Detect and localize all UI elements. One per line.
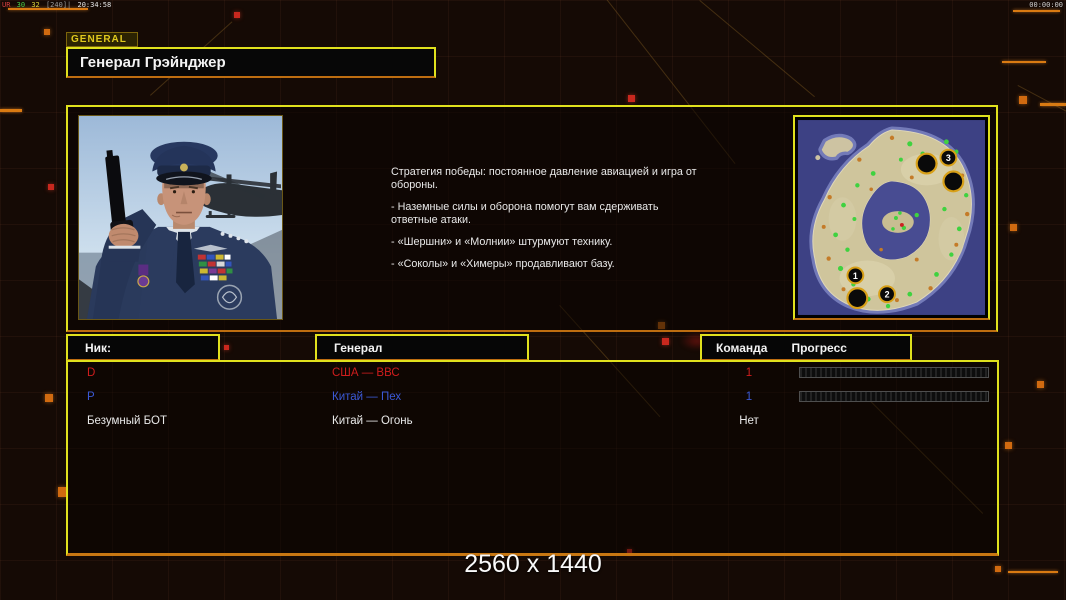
- progress-bar: [799, 367, 989, 378]
- decor-square: [234, 12, 240, 18]
- decor-square: [662, 338, 669, 345]
- start-position-2: 2: [885, 290, 890, 300]
- decor-line: [0, 109, 22, 112]
- resolution-watermark: 2560 x 1440: [464, 550, 602, 578]
- perf-token: UR: [2, 1, 11, 9]
- decor-line: [1013, 10, 1060, 12]
- player-team: 1: [745, 391, 753, 403]
- progress-header-label: Прогресс: [791, 340, 847, 355]
- decor-diagonal: [699, 0, 815, 98]
- start-position-1: 1: [853, 271, 858, 281]
- decor-square: [48, 184, 54, 190]
- decor-square: [1037, 381, 1044, 388]
- briefing-paragraph: - «Шершни» и «Молнии» штурмуют технику.: [391, 236, 613, 248]
- perf-token: 32: [31, 1, 40, 9]
- game-timer: 00:00:00: [1029, 1, 1063, 9]
- general-name: Генерал Грэйнджер: [80, 54, 226, 71]
- player-row: P Китай — Пех 1: [68, 386, 997, 410]
- player-team: 1: [745, 367, 753, 379]
- column-header-team-progress: Команда Прогресс: [700, 334, 912, 361]
- perf-token: [240]|: [45, 1, 72, 9]
- briefing-paragraph: - «Соколы» и «Химеры» продавливают базу.: [391, 258, 615, 270]
- map-preview: 3 1 2: [793, 115, 990, 320]
- general-header-label: Генерал: [334, 340, 383, 355]
- decor-square: [44, 29, 50, 35]
- general-tab-label: GENERAL: [66, 32, 138, 47]
- decor-diagonal: [1017, 85, 1066, 129]
- player-nick: Безумный БОТ: [87, 415, 167, 427]
- decor-square: [45, 394, 53, 402]
- general-name-box: Генерал Грэйнджер: [66, 47, 436, 78]
- player-nick: D: [87, 367, 96, 379]
- briefing-paragraph: Стратегия победы: постоянное давление ав…: [391, 166, 697, 191]
- players-panel: D США — ВВС 1 P Китай — Пех 1 Безумный БОТ Кита…: [66, 360, 999, 556]
- player-team: Нет: [739, 415, 759, 427]
- decor-square: [1005, 442, 1012, 449]
- decor-square: [224, 345, 229, 350]
- general-portrait: [78, 115, 283, 320]
- decor-square: [58, 487, 66, 497]
- game-lobby-screen: UR 30 32 [240]| 20:34:58 00:00:00 GENERA…: [0, 0, 1066, 600]
- briefing-text: Стратегия победы: постоянное давление ав…: [391, 166, 706, 280]
- player-general: Китай — Пех: [332, 391, 402, 403]
- player-general: Китай — Огонь: [332, 415, 413, 427]
- map-preview-image: 3 1 2: [798, 120, 985, 315]
- player-general: США — ВВС: [332, 367, 400, 379]
- decor-square: [1019, 96, 1027, 104]
- team-header-label: Команда: [716, 340, 768, 355]
- column-header-general: Генерал: [315, 334, 529, 361]
- perf-token: 30: [16, 1, 26, 9]
- player-row: Безумный БОТ Китай — Огонь Нет: [68, 410, 997, 434]
- decor-square: [628, 95, 635, 102]
- decor-square: [1010, 224, 1017, 231]
- start-position-3: 3: [946, 153, 951, 163]
- decor-line: [1002, 61, 1046, 63]
- player-row: D США — ВВС 1: [68, 362, 997, 386]
- nick-header-label: Ник:: [85, 340, 112, 355]
- perf-token: 20:34:58: [77, 1, 112, 9]
- column-header-nick: Ник:: [66, 334, 220, 361]
- progress-bar: [799, 391, 989, 402]
- briefing-paragraph: - Наземные силы и оборона помогут вам сд…: [391, 201, 659, 226]
- player-nick: P: [87, 391, 95, 403]
- performance-overlay: UR 30 32 [240]| 20:34:58: [2, 1, 113, 9]
- general-portrait-image: [79, 116, 282, 319]
